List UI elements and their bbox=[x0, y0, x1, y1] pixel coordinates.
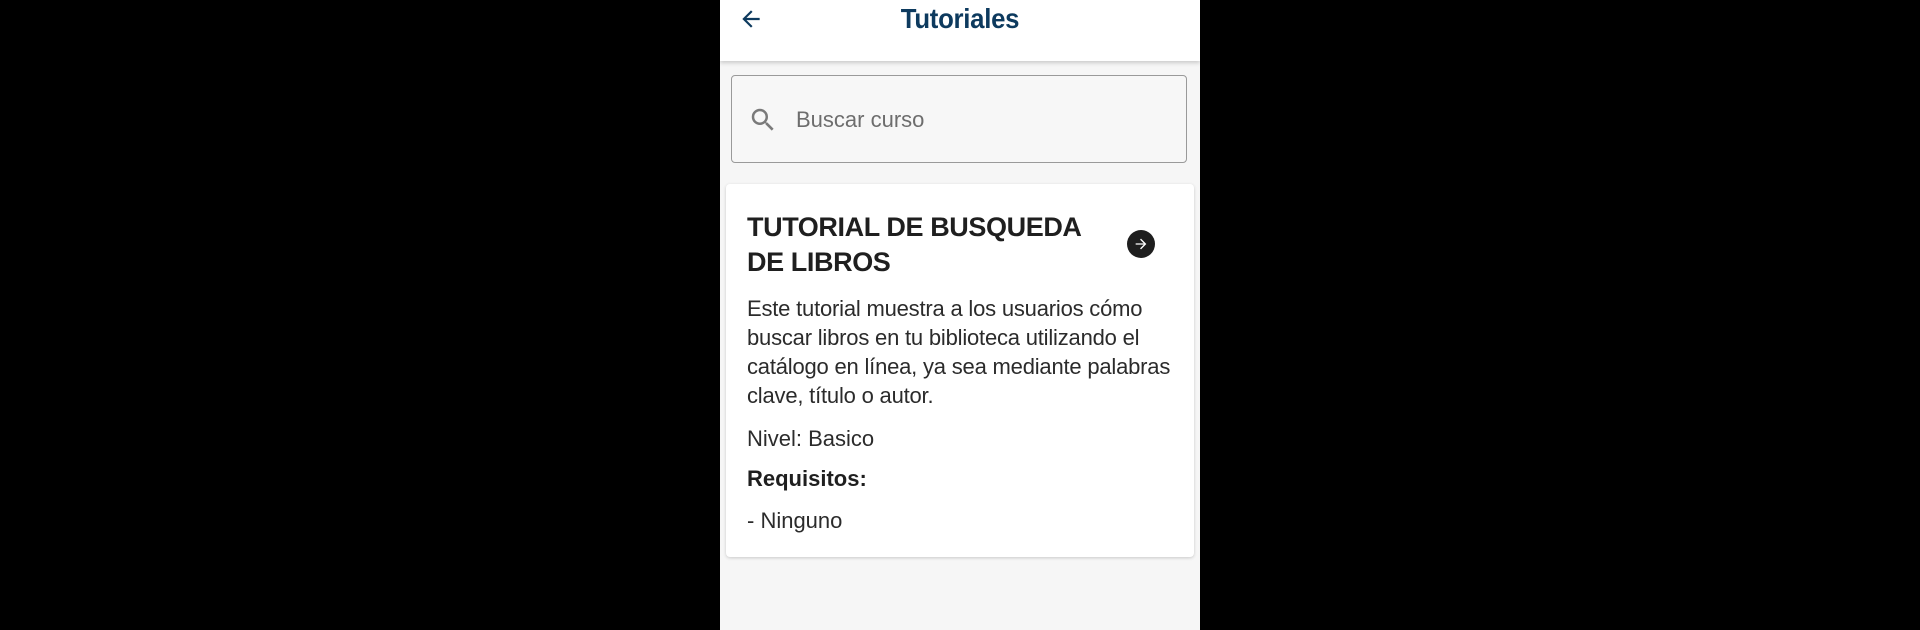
search-icon bbox=[751, 108, 774, 131]
page-title: Tutoriales bbox=[900, 3, 1020, 34]
app-bar: Tutoriales bbox=[720, 0, 1200, 61]
requirements-label: Requisitos: bbox=[747, 466, 867, 491]
course-description: Este tutorial muestra a los usuarios cóm… bbox=[747, 296, 1171, 408]
search-box[interactable] bbox=[731, 75, 1187, 163]
course-title: TUTORIAL DE BUSQUEDA DE LIBROS bbox=[747, 212, 1081, 277]
arrow-right-circle-icon bbox=[1135, 238, 1147, 250]
open-course-button[interactable] bbox=[1127, 230, 1155, 258]
requirement-item: - Ninguno bbox=[747, 508, 843, 533]
course-card[interactable]: TUTORIAL DE BUSQUEDA DE LIBROS Este tuto… bbox=[726, 184, 1194, 557]
course-level: Nivel: Basico bbox=[747, 426, 875, 451]
app-screen: Tutoriales TUTORIAL DE BUSQUEDA DE LIBRO… bbox=[720, 0, 1200, 630]
search-input[interactable] bbox=[794, 96, 1168, 144]
